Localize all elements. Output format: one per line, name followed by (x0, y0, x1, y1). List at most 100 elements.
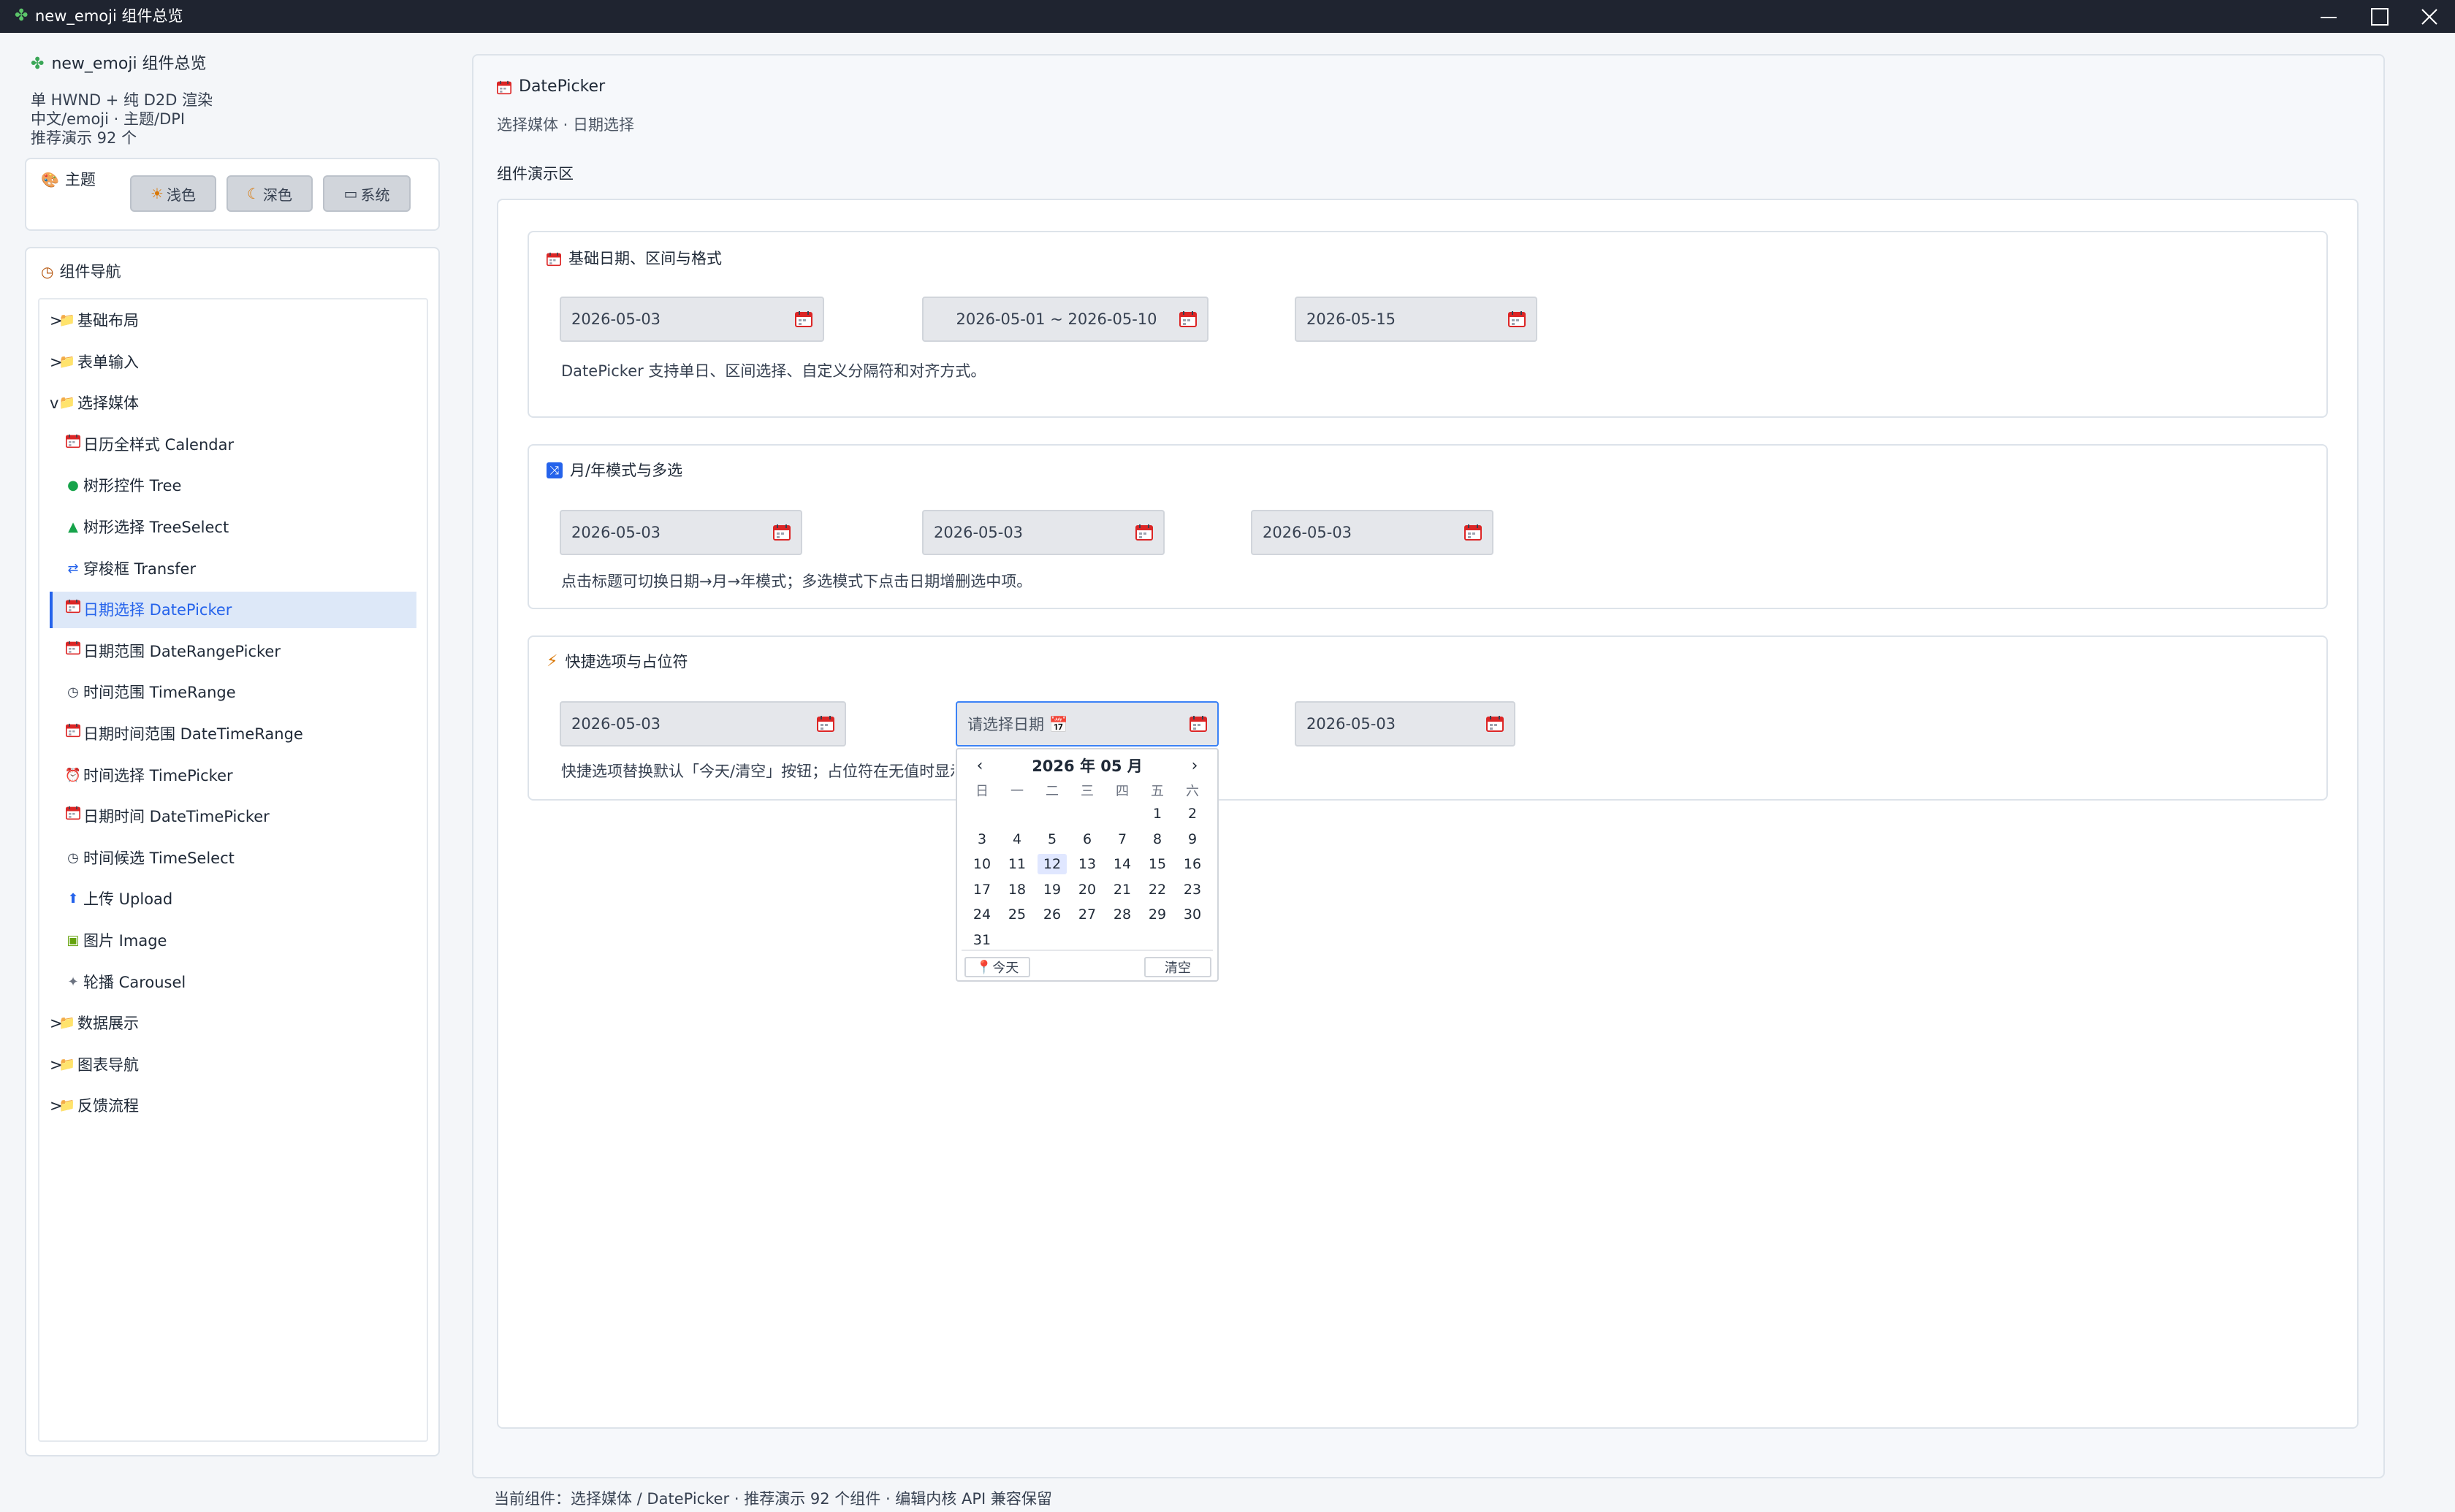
calendar-day[interactable]: 12 (1038, 854, 1067, 874)
calendar-day[interactable]: 2 (1178, 803, 1207, 824)
prev-month-button[interactable]: ‹ (969, 755, 991, 777)
calendar-day[interactable]: 24 (967, 904, 997, 925)
calendar-month-title[interactable]: 2026 年 05 月 (1001, 755, 1173, 777)
calendar-day[interactable]: 19 (1038, 879, 1067, 900)
calendar-icon (64, 427, 82, 463)
nav-item-label: 日期时间范围 DateTimeRange (83, 725, 303, 743)
nav-item[interactable]: 日期选择 DatePicker (50, 592, 416, 629)
calendar-day[interactable]: 9 (1178, 829, 1207, 849)
calendar-icon (795, 311, 812, 327)
calendar-grid: 日一二三四五六 1 2 3 4 5 6 7 8 9 10 11 12 13 14 15 16 17 18 19 20 21… (967, 782, 1209, 950)
close-button[interactable] (2404, 0, 2455, 33)
calendar-day[interactable]: 13 (1073, 854, 1102, 874)
theme-system-button[interactable]: ▭ 系统 (323, 175, 411, 212)
calendar-header: ‹ 2026 年 05 月 › (957, 755, 1217, 777)
calendar-day[interactable]: 27 (1073, 904, 1102, 925)
nav-group-item[interactable]: > 📁 表单输入 (50, 344, 416, 381)
lightning-icon: ⚡ (547, 652, 558, 671)
nav-item[interactable]: ⇄ 穿梭框 Transfer (50, 551, 416, 587)
calendar-day[interactable]: 25 (1002, 904, 1032, 925)
calendar-icon (773, 524, 791, 541)
nav-item[interactable]: 日期时间范围 DateTimeRange (50, 716, 416, 752)
date-picker-format[interactable]: 2026-05-15 (1295, 297, 1537, 342)
calendar-day[interactable]: 21 (1108, 879, 1137, 900)
nav-item[interactable]: ▲ 树形选择 TreeSelect (50, 509, 416, 546)
date-picker-multiple[interactable]: 2026-05-03 (1251, 510, 1493, 555)
calendar-icon (64, 716, 82, 752)
page-title: DatePicker (497, 76, 605, 98)
calendar-day[interactable]: 28 (1108, 904, 1137, 925)
sidebar-app-title: ✤ new_emoji 组件总览 (31, 55, 207, 73)
calendar-day[interactable]: 31 (967, 930, 997, 950)
calendar-day[interactable]: 20 (1073, 879, 1102, 900)
calendar-day[interactable]: 26 (1038, 904, 1067, 925)
calendar-icon (497, 80, 511, 95)
calendar-day[interactable]: 16 (1178, 854, 1207, 874)
date-picker-month-mode[interactable]: 2026-05-03 (560, 510, 802, 555)
weekday-header: 二 (1046, 784, 1059, 799)
theme-dark-button[interactable]: ☾ 深色 (227, 175, 313, 212)
sidebar-info-line: 单 HWND + 纯 D2D 渲染 (31, 91, 213, 109)
alarm-clock-icon: ⏰ (64, 767, 82, 783)
nav-group-item[interactable]: v 📁 选择媒体 (50, 385, 416, 421)
calendar-day[interactable]: 18 (1002, 879, 1032, 900)
section-title: ⤨ 月/年模式与多选 (547, 460, 682, 481)
date-picker-clearable[interactable]: 2026-05-03 (1295, 701, 1515, 747)
calendar-day[interactable]: 10 (967, 854, 997, 874)
pin-icon: 📍 (975, 959, 993, 975)
date-picker-range[interactable]: 2026-05-01 ~ 2026-05-10 (922, 297, 1209, 342)
nav-item[interactable]: ▣ 图片 Image (50, 923, 416, 959)
calendar-icon (1179, 311, 1197, 327)
nav-group-item[interactable]: > 📁 数据展示 (50, 1005, 416, 1042)
laptop-icon: ▭ (343, 185, 358, 202)
theme-light-button[interactable]: ☀ 浅色 (130, 175, 216, 212)
calendar-icon (817, 716, 834, 732)
nav-item[interactable]: 日历全样式 Calendar (50, 427, 416, 463)
nav-group-item[interactable]: > 📁 反馈流程 (50, 1088, 416, 1124)
today-button[interactable]: 📍 今天 (964, 957, 1030, 977)
section-title: ⚡ 快捷选项与占位符 (547, 652, 688, 671)
upload-icon: ⬆ (67, 891, 79, 907)
clear-button[interactable]: 清空 (1144, 957, 1211, 977)
calendar-day[interactable]: 23 (1178, 879, 1207, 900)
date-picker-placeholder[interactable]: 请选择日期 📅 (956, 701, 1219, 747)
minimize-icon (2321, 16, 2337, 18)
calendar-day[interactable]: 7 (1108, 829, 1137, 849)
date-picker-shortcuts[interactable]: 2026-05-03 (560, 701, 846, 747)
date-picker-single[interactable]: 2026-05-03 (560, 297, 824, 342)
collapse-indicator: > (50, 312, 63, 329)
calendar-day[interactable]: 11 (1002, 854, 1032, 874)
calendar-day[interactable]: 17 (967, 879, 997, 900)
calendar-day[interactable]: 22 (1143, 879, 1172, 900)
nav-tree[interactable]: > 📁 基础布局 > 📁 表单输入 v 📁 选择媒体 日历全样式 Calendar ● 树形控件 Tr… (38, 298, 428, 1442)
calendar-day[interactable]: 29 (1143, 904, 1172, 925)
nav-item[interactable]: ⬆ 上传 Upload (50, 881, 416, 917)
nav-group-item[interactable]: > 📁 图表导航 (50, 1047, 416, 1083)
nav-item[interactable]: ◷ 时间候选 TimeSelect (50, 840, 416, 877)
maximize-button[interactable] (2354, 0, 2405, 33)
nav-item[interactable]: ✦ 轮播 Carousel (50, 964, 416, 1001)
folder-icon: 📁 (58, 354, 76, 370)
nav-item[interactable]: ● 树形控件 Tree (50, 467, 416, 504)
nav-item[interactable]: 日期时间 DateTimePicker (50, 798, 416, 835)
nav-group-item[interactable]: > 📁 基础布局 (50, 302, 416, 339)
calendar-day[interactable]: 14 (1108, 854, 1137, 874)
calendar-day[interactable]: 30 (1178, 904, 1207, 925)
calendar-day[interactable]: 6 (1073, 829, 1102, 849)
nav-item[interactable]: 日期范围 DateRangePicker (50, 633, 416, 670)
minimize-button[interactable] (2303, 0, 2354, 33)
next-month-button[interactable]: › (1184, 755, 1206, 777)
nav-item[interactable]: ◷ 时间范围 TimeRange (50, 674, 416, 711)
calendar-day[interactable]: 5 (1038, 829, 1067, 849)
calendar-day[interactable]: 4 (1002, 829, 1032, 849)
date-picker-year-mode[interactable]: 2026-05-03 (922, 510, 1165, 555)
calendar-day[interactable]: 3 (967, 829, 997, 849)
calendar-day[interactable]: 1 (1143, 803, 1172, 824)
nav-item[interactable]: ⏰ 时间选择 TimePicker (50, 757, 416, 794)
nav-label: ◷ 组件导航 (41, 263, 121, 280)
calendar-day[interactable]: 15 (1143, 854, 1172, 874)
calendar-day[interactable]: 8 (1143, 829, 1172, 849)
clock-icon: ◷ (67, 684, 79, 700)
section-description: 点击标题可切换日期→月→年模式；多选模式下点击日期增删选中项。 (561, 573, 1032, 590)
component-nav-panel: ◷ 组件导航 > 📁 基础布局 > 📁 表单输入 v 📁 选择媒体 日历全样式 Calendar ●… (25, 247, 440, 1456)
